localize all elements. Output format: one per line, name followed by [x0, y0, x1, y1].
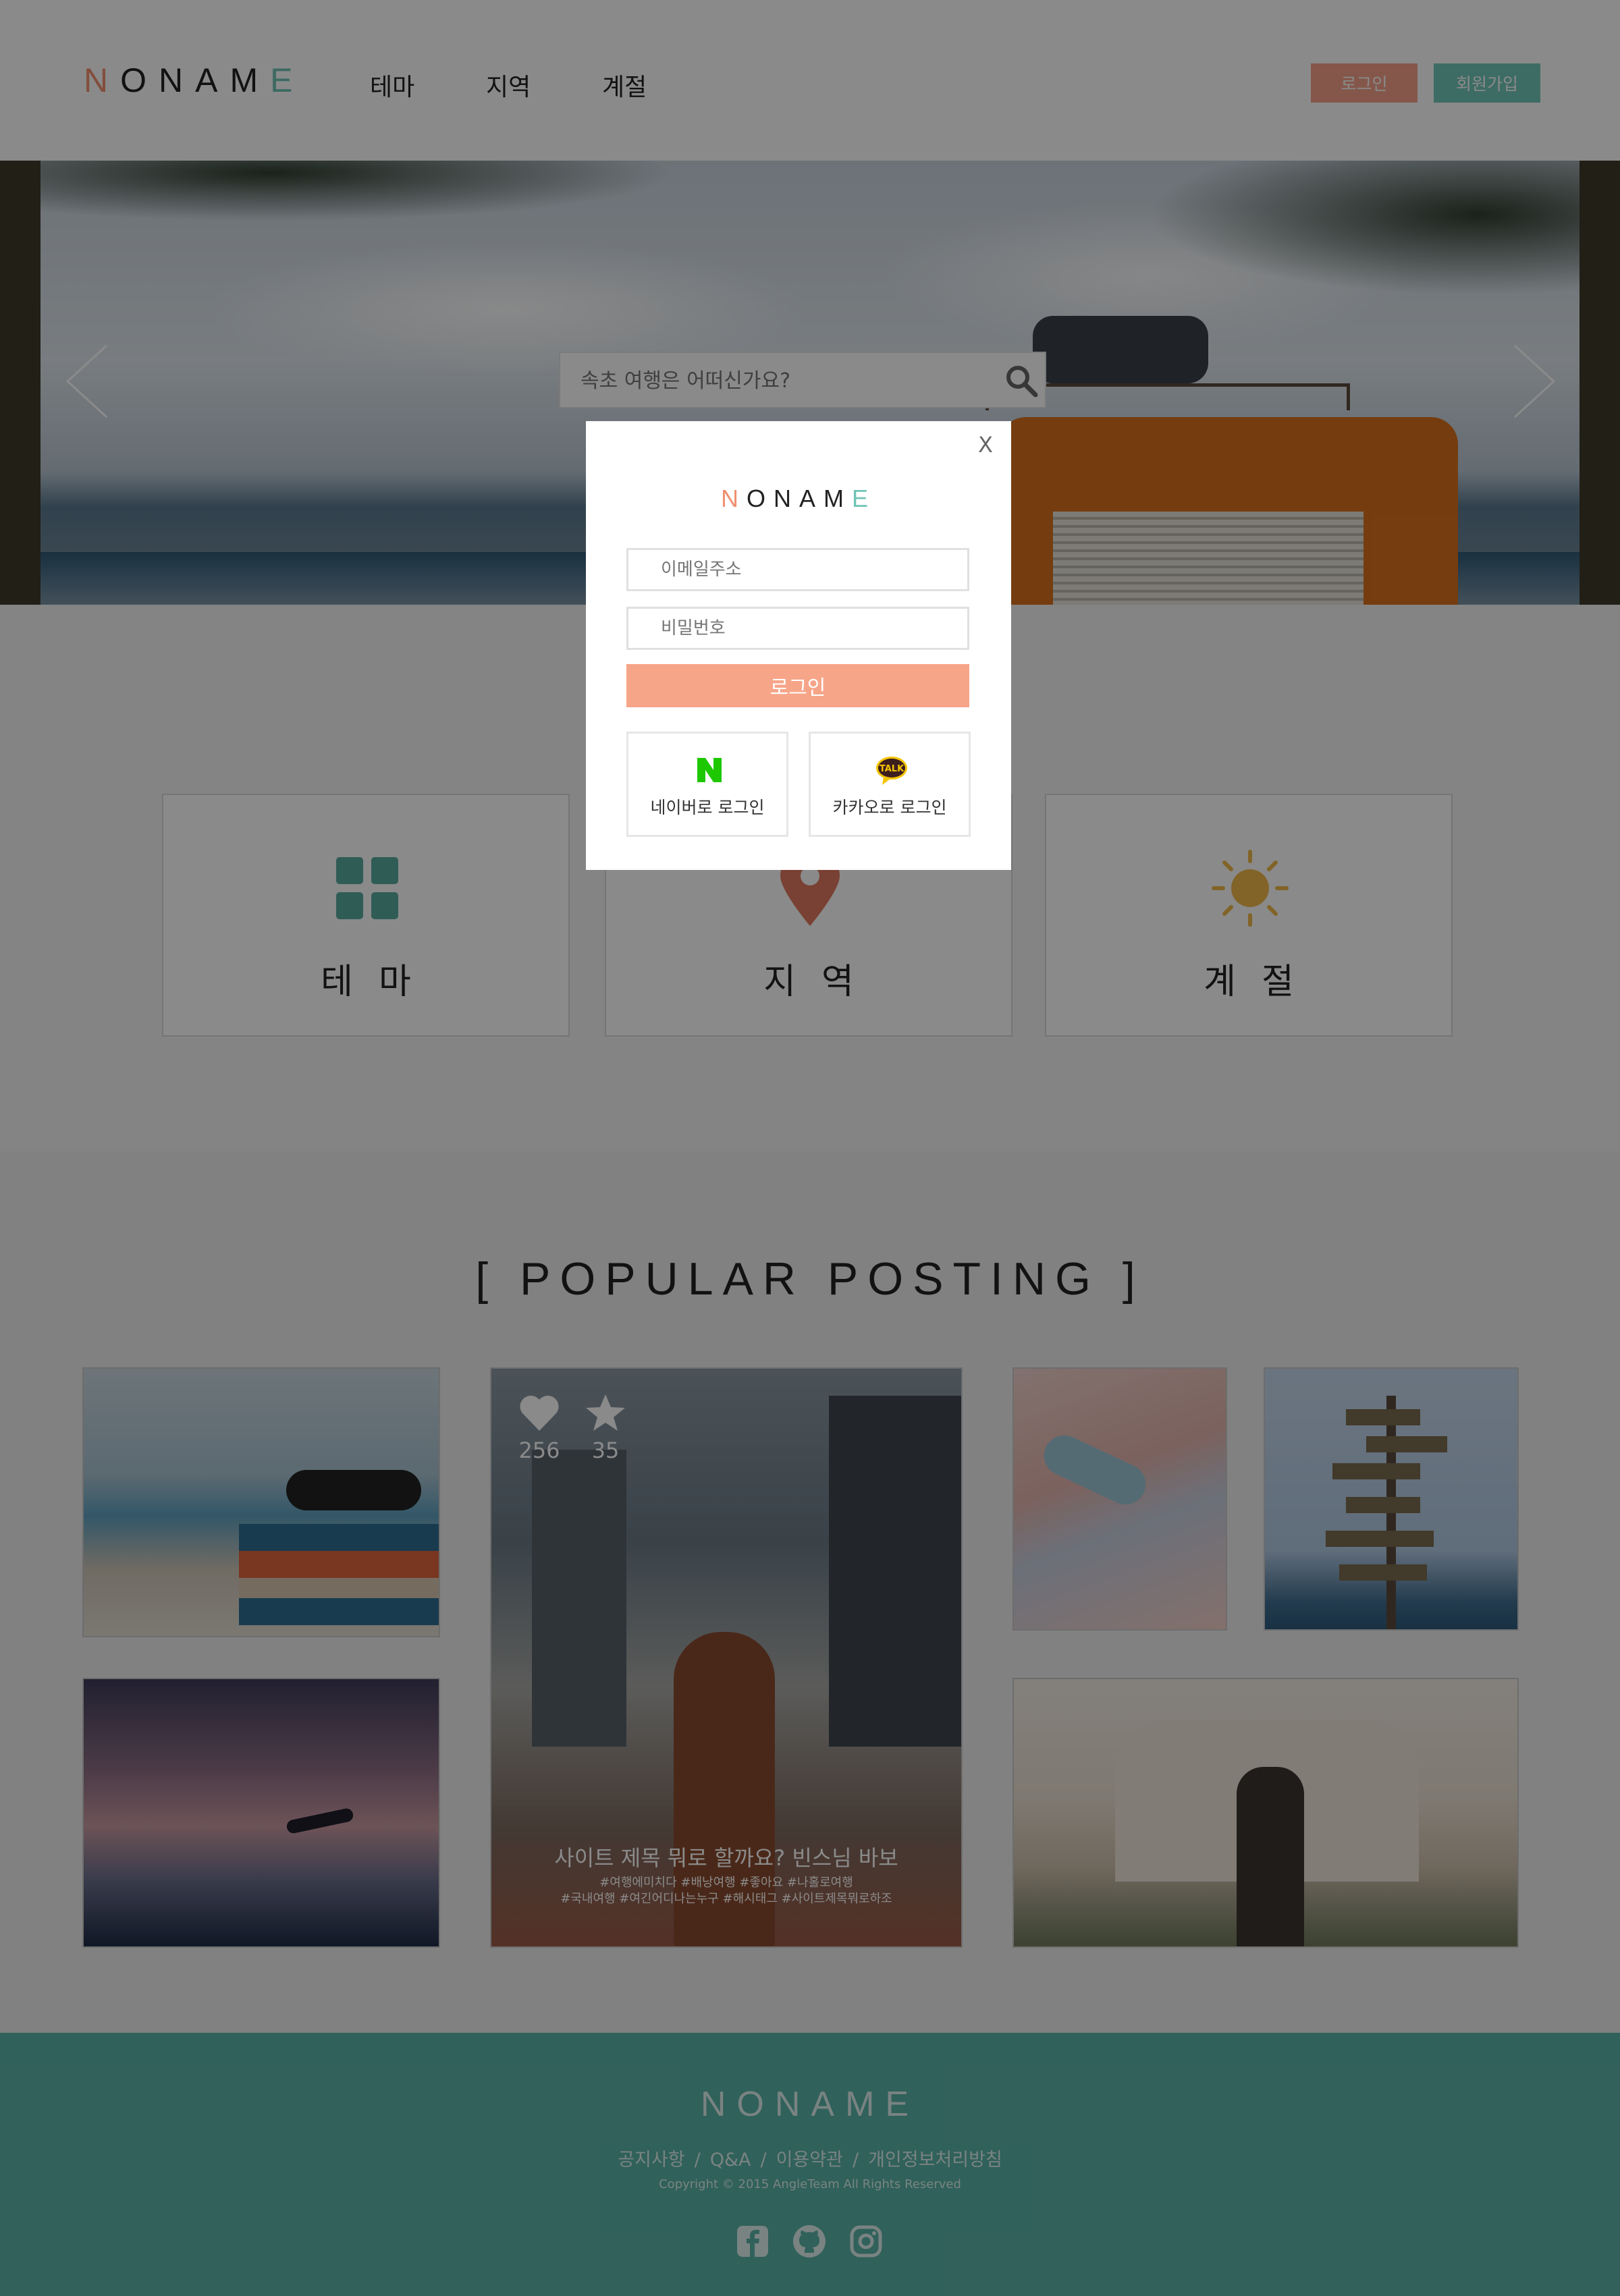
login-modal: X NONAME 로그인 네이버로 로그인 TALK 카카오로 로그인: [586, 421, 1011, 870]
modal-logo: NONAME: [586, 485, 1011, 513]
logo-n: N: [720, 485, 747, 512]
naver-icon: [697, 758, 722, 782]
kakao-talk-icon: TALK: [876, 757, 907, 785]
kakao-login-button[interactable]: TALK 카카오로 로그인: [809, 732, 971, 837]
kakao-badge-text: TALK: [880, 764, 905, 774]
password-field[interactable]: [626, 607, 969, 650]
logo-mid: ONAM: [746, 485, 852, 512]
email-field[interactable]: [626, 548, 969, 591]
logo-e: E: [851, 485, 876, 512]
kakao-login-label: 카카오로 로그인: [832, 798, 947, 817]
naver-login-label: 네이버로 로그인: [650, 798, 765, 817]
login-button[interactable]: 로그인: [626, 664, 969, 707]
naver-login-button[interactable]: 네이버로 로그인: [626, 732, 788, 837]
modal-overlay[interactable]: [0, 0, 1620, 2296]
close-icon[interactable]: X: [972, 432, 999, 459]
